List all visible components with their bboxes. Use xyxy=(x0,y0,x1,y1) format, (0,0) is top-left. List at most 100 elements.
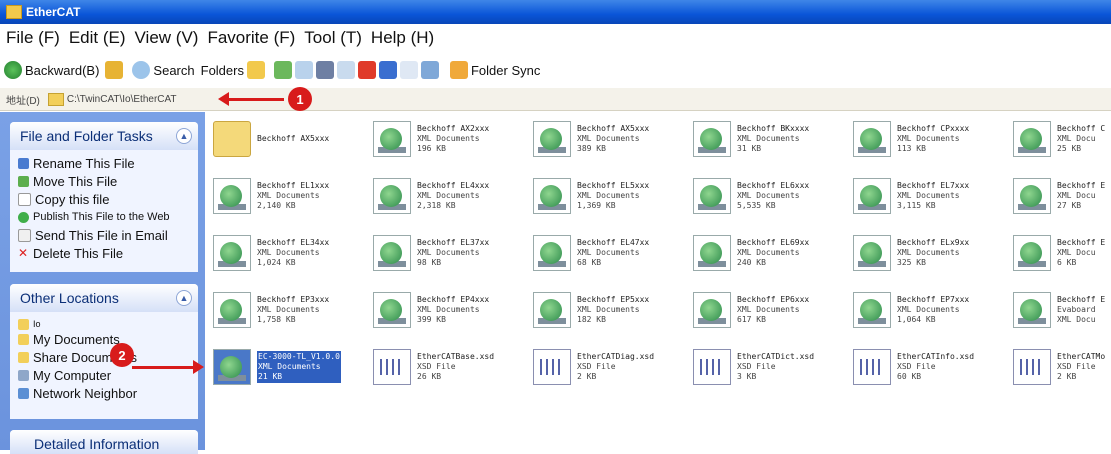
file-item[interactable]: Beckhoff EP4xxx XML Documents 399 KB xyxy=(373,289,533,331)
menu-edit[interactable]: Edit (E) xyxy=(69,28,126,48)
file-item[interactable]: Beckhoff EL34xx XML Documents 1,024 KB xyxy=(213,232,373,274)
file-label: Beckhoff EP7xxx XML Documents 1,064 KB xyxy=(897,295,969,325)
folder-icon xyxy=(18,318,29,330)
file-item[interactable]: EtherCATDiag.xsd XSD File 2 KB xyxy=(533,346,693,388)
menu-view[interactable]: View (V) xyxy=(135,28,199,48)
xsd-file-icon xyxy=(373,349,411,385)
file-item[interactable]: Beckhoff C XML Docu 25 KB xyxy=(1013,118,1111,160)
panel-header[interactable]: File and Folder Tasks ▲ xyxy=(10,122,198,150)
file-type: XSD File xyxy=(1057,362,1096,371)
file-item[interactable]: Beckhoff EP5xxx XML Documents 182 KB xyxy=(533,289,693,331)
callout-arrow-2 xyxy=(132,360,204,374)
menu-favorite[interactable]: Favorite (F) xyxy=(207,28,295,48)
file-item[interactable]: EtherCATBase.xsd XSD File 26 KB xyxy=(373,346,533,388)
task-copy[interactable]: Copy this file xyxy=(10,190,198,208)
paste-icon[interactable] xyxy=(336,61,355,79)
file-item[interactable]: Beckhoff EP6xxx XML Documents 617 KB xyxy=(693,289,853,331)
file-item[interactable]: Beckhoff EL5xxx XML Documents 1,369 KB xyxy=(533,175,693,217)
delete-icon[interactable] xyxy=(357,61,376,79)
file-size: 3 KB xyxy=(737,372,757,381)
file-item[interactable]: Beckhoff CPxxxx XML Documents 113 KB xyxy=(853,118,1013,160)
file-name: Beckhoff BKxxxx xyxy=(737,124,810,133)
file-label: Beckhoff E Evaboard XML Docu xyxy=(1057,295,1105,325)
location-network[interactable]: Network Neighbor xyxy=(10,384,198,402)
file-size: 2,318 KB xyxy=(417,201,456,210)
file-item[interactable]: Beckhoff E XML Docu 6 KB xyxy=(1013,232,1111,274)
panel-header[interactable]: Other Locations ▲ xyxy=(10,284,198,312)
folders-button[interactable]: Folders xyxy=(201,61,268,79)
file-item[interactable]: EtherCATDict.xsd XSD File 3 KB xyxy=(693,346,853,388)
location-my-documents[interactable]: My Documents xyxy=(10,330,198,348)
panel-header[interactable]: Detailed Information xyxy=(10,430,198,454)
file-item[interactable]: Beckhoff E XML Docu 27 KB xyxy=(1013,175,1111,217)
file-item[interactable]: Beckhoff EP7xxx XML Documents 1,064 KB xyxy=(853,289,1013,331)
xml-file-icon xyxy=(853,178,891,214)
file-name: Beckhoff EL5xxx xyxy=(577,181,650,190)
file-item[interactable]: Beckhoff E Evaboard XML Docu xyxy=(1013,289,1111,331)
file-item[interactable]: Beckhoff EL1xxx XML Documents 2,140 KB xyxy=(213,175,373,217)
file-label: Beckhoff EL4xxx XML Documents 2,318 KB xyxy=(417,181,489,211)
file-item[interactable]: Beckhoff EL69xx XML Documents 240 KB xyxy=(693,232,853,274)
file-item[interactable]: Beckhoff EL6xxx XML Documents 5,535 KB xyxy=(693,175,853,217)
file-item[interactable]: Beckhoff EL47xx XML Documents 68 KB xyxy=(533,232,693,274)
file-label: Beckhoff AX2xxx XML Documents 196 KB xyxy=(417,124,489,154)
file-item[interactable]: EtherCATMo XSD File 2 KB xyxy=(1013,346,1111,388)
file-name: Beckhoff AX2xxx xyxy=(417,124,490,133)
task-move[interactable]: Move This File xyxy=(10,172,198,190)
task-email[interactable]: Send This File in Email xyxy=(10,226,198,244)
undo-icon[interactable] xyxy=(378,61,397,79)
menu-tool[interactable]: Tool (T) xyxy=(304,28,362,48)
location-label: My Computer xyxy=(33,367,112,383)
folder-icon xyxy=(213,121,251,157)
file-size: 2 KB xyxy=(1057,372,1077,381)
back-button[interactable]: Backward(B) xyxy=(4,61,99,79)
file-item[interactable]: Beckhoff EL7xxx XML Documents 3,115 KB xyxy=(853,175,1013,217)
chevron-up-icon[interactable]: ▲ xyxy=(176,290,192,306)
menu-file[interactable]: File (F) xyxy=(6,28,60,48)
delete-x-icon: ✕ xyxy=(18,245,29,260)
file-item[interactable]: EC-3000-TL_V1.0.0 XML Documents 21 KB xyxy=(213,346,373,388)
address-bar[interactable]: 地址(D) C:\TwinCAT\Io\EtherCAT xyxy=(0,88,1111,111)
file-type: XML Documents xyxy=(897,134,960,143)
folders-label: Folders xyxy=(200,62,244,78)
file-item[interactable]: Beckhoff AX5xxx XML Documents 389 KB xyxy=(533,118,693,160)
callout-1: 1 xyxy=(288,87,312,111)
search-button[interactable]: Search xyxy=(132,61,195,79)
task-publish[interactable]: Publish This File to the Web xyxy=(10,208,198,226)
move-to-icon[interactable] xyxy=(273,61,292,79)
views-icon[interactable] xyxy=(420,61,439,79)
file-item[interactable]: Beckhoff ELx9xx XML Documents 325 KB xyxy=(853,232,1013,274)
file-type: XML Documents xyxy=(737,248,800,257)
file-item[interactable]: Beckhoff AX5xxx xyxy=(213,118,373,160)
panel-title: Other Locations xyxy=(20,290,119,306)
xsd-file-icon xyxy=(853,349,891,385)
file-item[interactable]: EtherCATInfo.xsd XSD File 60 KB xyxy=(853,346,1013,388)
file-item[interactable]: Beckhoff BKxxxx XML Documents 31 KB xyxy=(693,118,853,160)
cut-icon[interactable] xyxy=(315,61,334,79)
chevron-up-icon[interactable]: ▲ xyxy=(176,128,192,144)
location-share-documents[interactable]: Share Documents xyxy=(10,348,198,366)
folder-sync-button[interactable]: Folder Sync xyxy=(449,61,540,79)
file-label: Beckhoff EL47xx XML Documents 68 KB xyxy=(577,238,649,268)
copy-to-icon[interactable] xyxy=(294,61,313,79)
file-size: 3,115 KB xyxy=(897,201,936,210)
file-item[interactable]: Beckhoff EL37xx XML Documents 98 KB xyxy=(373,232,533,274)
file-item[interactable]: Beckhoff AX2xxx XML Documents 196 KB xyxy=(373,118,533,160)
file-type: XML Docu xyxy=(1057,191,1096,200)
properties-icon[interactable] xyxy=(399,61,418,79)
other-locations-panel: Other Locations ▲ Io My Documents Share … xyxy=(10,284,198,419)
location-io[interactable]: Io xyxy=(10,318,198,330)
folder-icon xyxy=(18,351,29,363)
file-type: XML Documents xyxy=(737,305,800,314)
file-name: Beckhoff AX5xxx xyxy=(257,134,330,143)
file-label: Beckhoff ELx9xx XML Documents 325 KB xyxy=(897,238,969,268)
file-item[interactable]: Beckhoff EP3xxx XML Documents 1,758 KB xyxy=(213,289,373,331)
forward-arrow-icon[interactable] xyxy=(105,61,124,79)
xml-file-icon xyxy=(533,235,571,271)
task-delete[interactable]: ✕ Delete This File xyxy=(10,244,198,262)
file-item[interactable]: Beckhoff EL4xxx XML Documents 2,318 KB xyxy=(373,175,533,217)
xml-file-icon xyxy=(1013,235,1051,271)
address-path[interactable]: C:\TwinCAT\Io\EtherCAT xyxy=(67,94,177,105)
task-rename[interactable]: Rename This File xyxy=(10,154,198,172)
menu-help[interactable]: Help (H) xyxy=(371,28,434,48)
